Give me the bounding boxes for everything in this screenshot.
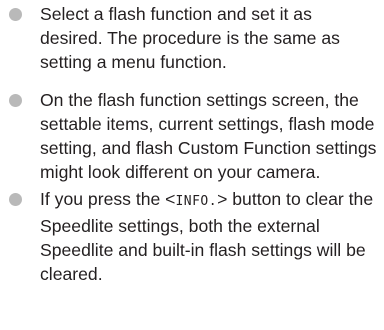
list-item: Select a flash function and set it as de… <box>0 2 384 74</box>
bullet-text-before: If you press the < <box>40 189 176 209</box>
bullet-dot-icon <box>9 193 22 206</box>
bullet-dot-icon <box>9 8 22 21</box>
list-item: On the flash function settings screen, t… <box>0 88 384 184</box>
info-button-label: INFO. <box>175 194 218 209</box>
list-item: If you press the <INFO.> button to clear… <box>0 187 384 286</box>
bullet-text: On the flash function settings screen, t… <box>40 90 377 182</box>
bullet-dot-icon <box>9 94 22 107</box>
bullet-text: Select a flash function and set it as de… <box>40 4 340 72</box>
instructions-list: Select a flash function and set it as de… <box>0 0 384 286</box>
